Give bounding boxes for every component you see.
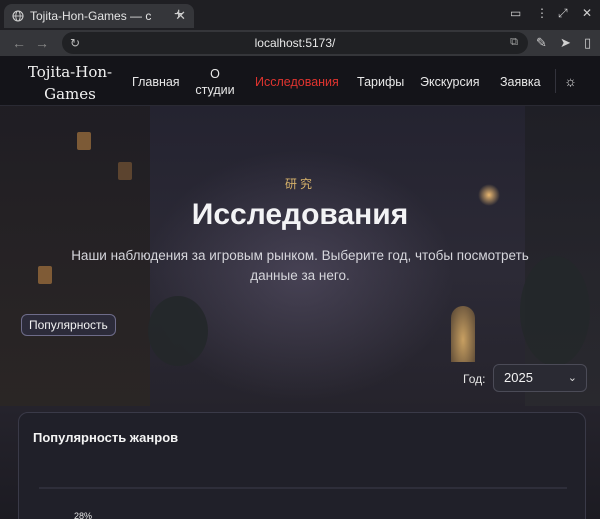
menu-dots-icon[interactable]: ⋮ xyxy=(536,6,548,20)
nav-home[interactable]: Главная xyxy=(132,74,180,90)
hero-kanji: 研究 xyxy=(284,177,315,191)
background-window xyxy=(38,266,52,284)
year-select[interactable]: 2025 ⌄ xyxy=(493,364,587,392)
nav-research[interactable]: Исследования xyxy=(255,74,339,90)
fullscreen-icon[interactable]: ⤢ xyxy=(558,6,568,21)
year-label: Год: xyxy=(463,372,486,386)
nav-application[interactable]: Заявка xyxy=(500,74,541,90)
browser-toolbar: ← → ↻ localhost:5173/ ⧉ ✎ ➤ ▯ xyxy=(0,30,600,56)
nav-about[interactable]: О студии xyxy=(193,66,237,98)
chart-value-label: 28% xyxy=(74,511,92,519)
background-tree xyxy=(148,296,208,366)
forward-icon[interactable]: → xyxy=(35,35,49,51)
nav-pricing[interactable]: Тарифы xyxy=(357,74,404,90)
address-bar[interactable]: ↻ localhost:5173/ ⧉ xyxy=(62,32,528,54)
popularity-tab-button[interactable]: Популярность xyxy=(21,314,116,336)
tab-title: Tojita-Hon-Games — c xyxy=(30,9,152,23)
site-header: Tojita-Hon-Games Главная О студии Исслед… xyxy=(0,56,600,106)
url-text: localhost:5173/ xyxy=(254,36,336,50)
cursor-icon[interactable]: ➤ xyxy=(560,35,571,51)
new-tab-button[interactable]: + xyxy=(174,6,183,24)
page-subtitle: Наши наблюдения за игровым рынком. Выбер… xyxy=(71,248,529,283)
theme-toggle-sun-icon[interactable]: ☼ xyxy=(555,69,585,93)
year-select-value: 2025 xyxy=(504,370,533,385)
nav-tour[interactable]: Экскурсия xyxy=(420,74,480,90)
tab-search-icon[interactable]: ▭ xyxy=(510,6,521,20)
background-window xyxy=(77,132,91,150)
browser-tab[interactable]: Tojita-Hon-Games — c ✕ xyxy=(4,4,194,28)
globe-icon xyxy=(12,10,24,22)
open-external-icon[interactable]: ⧉ xyxy=(510,36,518,49)
background-lit-doorway xyxy=(451,306,475,362)
page-title: Исследования xyxy=(191,198,409,231)
close-window-icon[interactable]: ✕ xyxy=(582,6,592,20)
hero-section: 研究 Исследования Наши наблюдения за игров… xyxy=(0,106,600,519)
device-icon[interactable]: ▯ xyxy=(584,35,591,51)
pen-icon[interactable]: ✎ xyxy=(536,35,547,51)
site-logo[interactable]: Tojita-Hon-Games xyxy=(20,61,120,105)
genre-popularity-card: Популярность жанров 28% xyxy=(18,412,586,519)
back-icon[interactable]: ← xyxy=(12,35,26,51)
chevron-down-icon: ⌄ xyxy=(567,372,577,384)
browser-tab-bar: Tojita-Hon-Games — c ✕ + ▭ ⋮ ⤢ ✕ xyxy=(0,0,600,30)
genre-chart: 28% xyxy=(39,487,567,519)
